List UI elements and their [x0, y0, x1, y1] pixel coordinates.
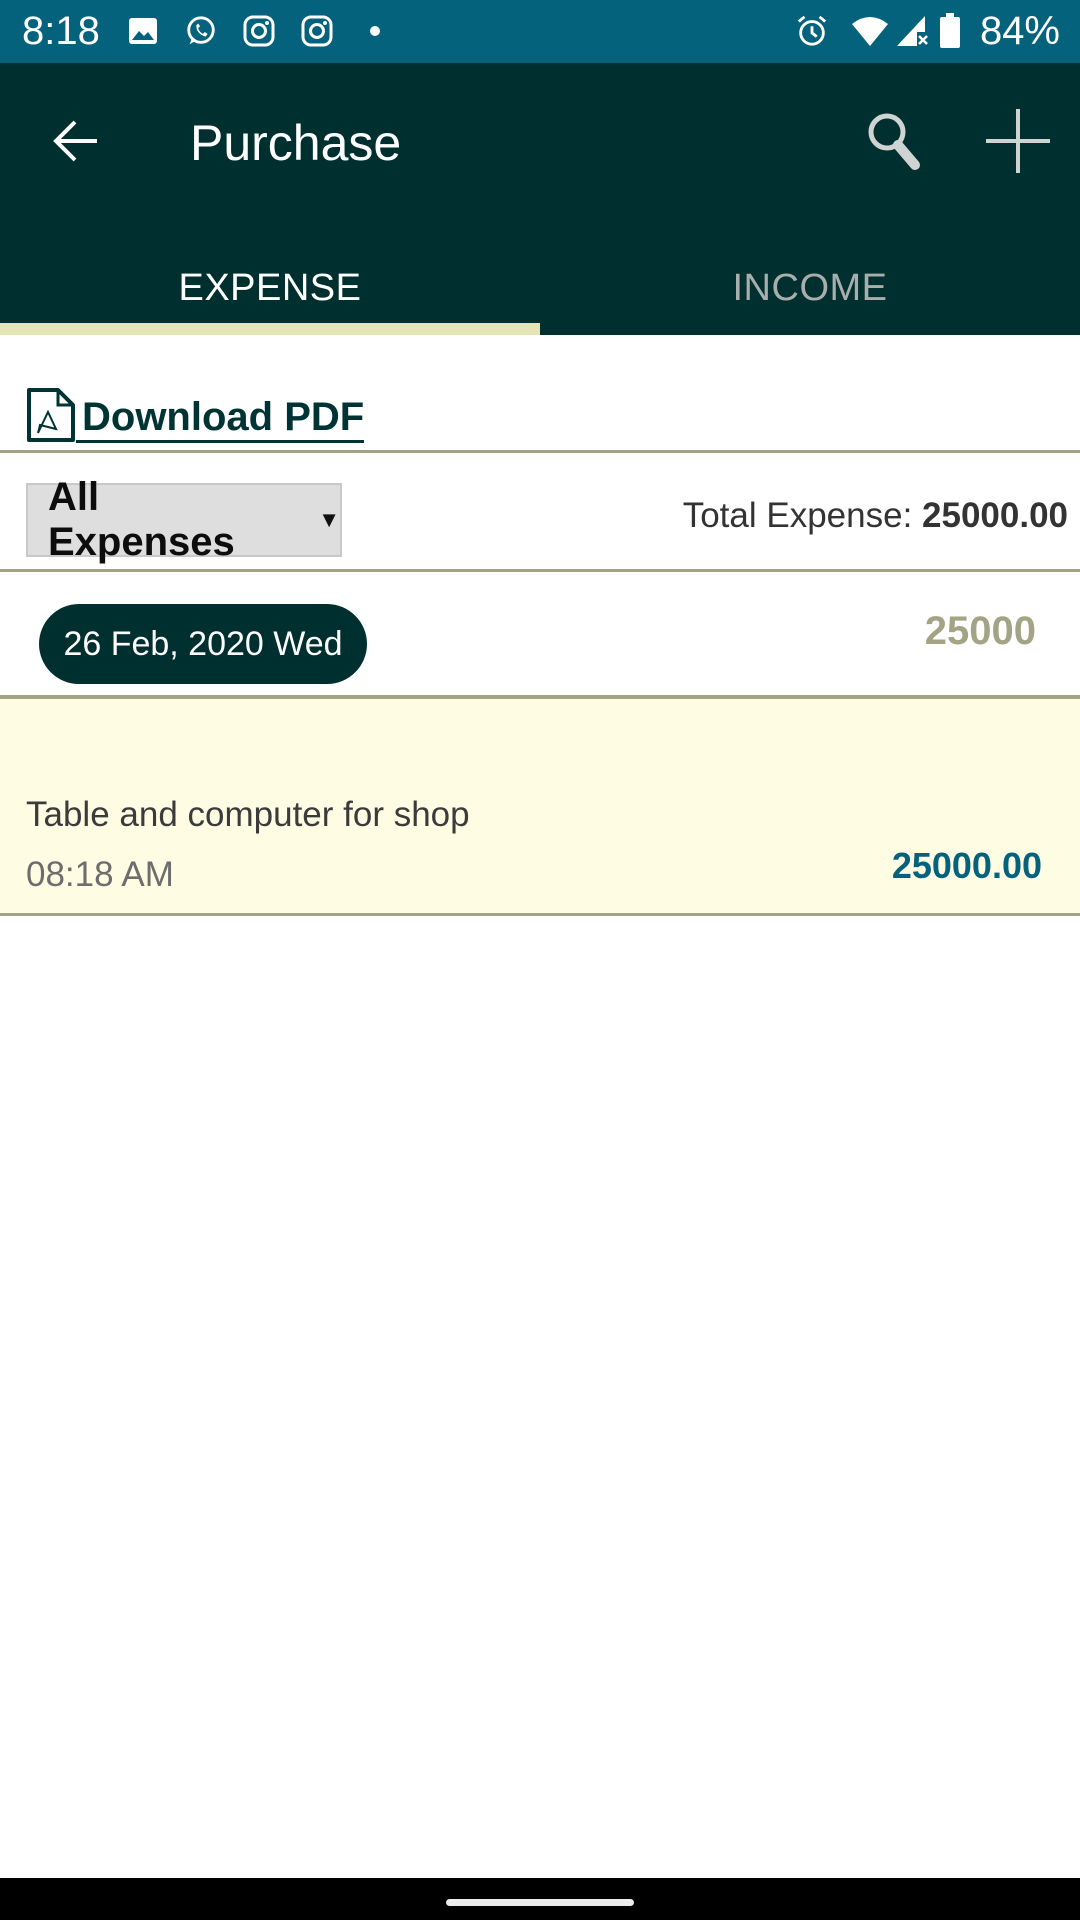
expense-filter-dropdown[interactable]: All Expenses ▼ — [26, 475, 342, 564]
expense-list-item[interactable]: Table and computer for shop 08:18 AM 250… — [0, 699, 1080, 916]
status-bar: 8:18 84% — [0, 0, 1080, 63]
total-expense-value: 25000.00 — [922, 496, 1068, 535]
expense-filter-value: All Expenses — [48, 475, 235, 564]
date-group-header: 26 Feb, 2020 Wed 25000 — [0, 575, 1080, 699]
status-time: 8:18 — [22, 9, 100, 53]
total-expense-label: Total Expense: — [682, 496, 923, 535]
battery-percentage: 84% — [979, 9, 1060, 53]
tab-expense[interactable]: EXPENSE — [0, 263, 540, 335]
app-bar: Purchase EXPENSE INCOME — [0, 63, 1080, 335]
pdf-file-icon — [26, 387, 76, 443]
home-gesture-handle[interactable] — [446, 1899, 634, 1906]
instagram-icon — [242, 14, 276, 48]
expense-amount: 25000.00 — [891, 845, 1042, 886]
plus-icon — [985, 108, 1051, 179]
total-expense: Total Expense: 25000.00 — [683, 493, 1068, 539]
system-nav-bar — [0, 1878, 1080, 1920]
tab-bar: EXPENSE INCOME — [0, 263, 1080, 335]
battery-icon — [938, 13, 962, 48]
search-icon — [865, 110, 925, 177]
download-pdf-row: Download PDF — [0, 335, 1080, 453]
back-button[interactable] — [40, 108, 110, 178]
wifi-icon — [850, 14, 890, 48]
tab-income-label: INCOME — [732, 267, 888, 309]
date-group-total: 25000 — [924, 609, 1036, 653]
filter-row: All Expenses ▼ Total Expense: 25000.00 — [0, 455, 1080, 572]
screen: 8:18 84% Purchase EXPENSE INCOME Downloa… — [0, 0, 1080, 1920]
gallery-icon — [126, 14, 160, 48]
tab-expense-label: EXPENSE — [178, 267, 362, 309]
instagram-icon — [300, 14, 334, 48]
active-tab-indicator — [0, 323, 540, 335]
signal-no-data-icon — [895, 14, 929, 48]
search-button[interactable] — [855, 103, 935, 183]
date-badge-text: 26 Feb, 2020 Wed — [63, 624, 343, 663]
download-pdf-link[interactable]: Download PDF — [26, 387, 365, 443]
alarm-icon — [795, 14, 829, 48]
expense-description: Table and computer for shop — [26, 795, 470, 834]
tab-income[interactable]: INCOME — [540, 263, 1080, 335]
download-pdf-label: Download PDF — [76, 394, 365, 443]
date-badge: 26 Feb, 2020 Wed — [39, 604, 367, 684]
arrow-left-icon — [51, 119, 99, 168]
add-button[interactable] — [975, 101, 1060, 186]
expense-time: 08:18 AM — [26, 855, 174, 894]
dot-icon — [358, 14, 392, 48]
whatsapp-icon — [184, 14, 218, 48]
page-title: Purchase — [190, 115, 402, 171]
caret-down-icon: ▼ — [318, 507, 340, 532]
